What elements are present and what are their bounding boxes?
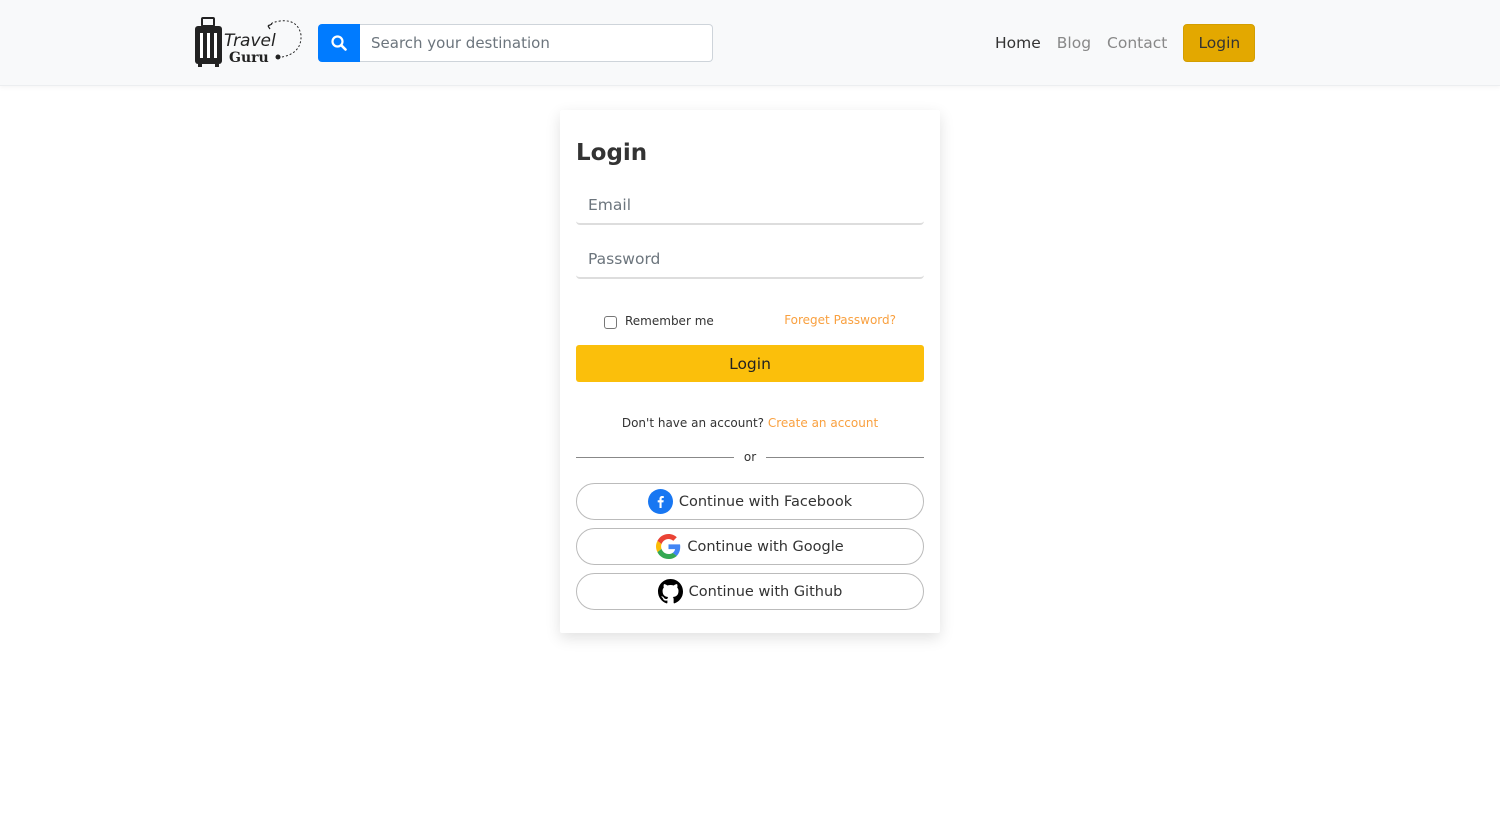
facebook-icon [647, 489, 673, 514]
suitcase-logo-icon: Travel Guru [195, 17, 302, 67]
continue-github-button[interactable]: Continue with Github [576, 573, 924, 610]
google-label: Continue with Google [687, 538, 844, 555]
search-bar [318, 24, 713, 62]
github-icon [657, 579, 683, 604]
svg-text:Travel: Travel [224, 31, 276, 51]
password-field[interactable] [576, 241, 924, 279]
forgot-password-link[interactable]: Foreget Password? [784, 313, 896, 327]
email-field[interactable] [576, 187, 924, 225]
continue-facebook-button[interactable]: Continue with Facebook [576, 483, 924, 520]
nav-links: Home Blog Contact Login [995, 24, 1256, 62]
divider-text: or [743, 450, 757, 464]
navbar: Travel Guru Home Blog Contact Login [0, 0, 1500, 86]
facebook-label: Continue with Facebook [678, 493, 853, 510]
nav-link-contact[interactable]: Contact [1107, 34, 1167, 52]
nav-link-home[interactable]: Home [995, 34, 1041, 52]
create-account-link[interactable]: Create an account [768, 416, 878, 430]
svg-text:Guru: Guru [229, 50, 269, 66]
remember-me: Remember me [604, 313, 714, 329]
login-card: Login Remember me Foreget Password? Logi… [560, 110, 940, 633]
search-button[interactable] [318, 24, 360, 62]
signup-prompt: Don't have an account? [621, 416, 765, 430]
login-submit-button[interactable]: Login [576, 345, 924, 382]
github-label: Continue with Github [688, 583, 843, 600]
search-icon [331, 35, 347, 51]
or-divider: or [576, 450, 924, 464]
divider-line [576, 456, 734, 458]
search-input[interactable] [360, 24, 713, 62]
travel-guru-logo[interactable]: Travel Guru [194, 17, 304, 69]
remember-me-label[interactable]: Remember me [625, 314, 714, 328]
google-icon [656, 534, 681, 559]
login-title: Login [576, 140, 648, 166]
nav-link-blog[interactable]: Blog [1057, 34, 1091, 52]
signup-row: Don't have an account? Create an account [560, 416, 940, 430]
continue-google-button[interactable]: Continue with Google [576, 528, 924, 565]
remember-me-checkbox[interactable] [604, 316, 617, 329]
divider-line [766, 456, 924, 458]
nav-login-button[interactable]: Login [1183, 24, 1256, 62]
